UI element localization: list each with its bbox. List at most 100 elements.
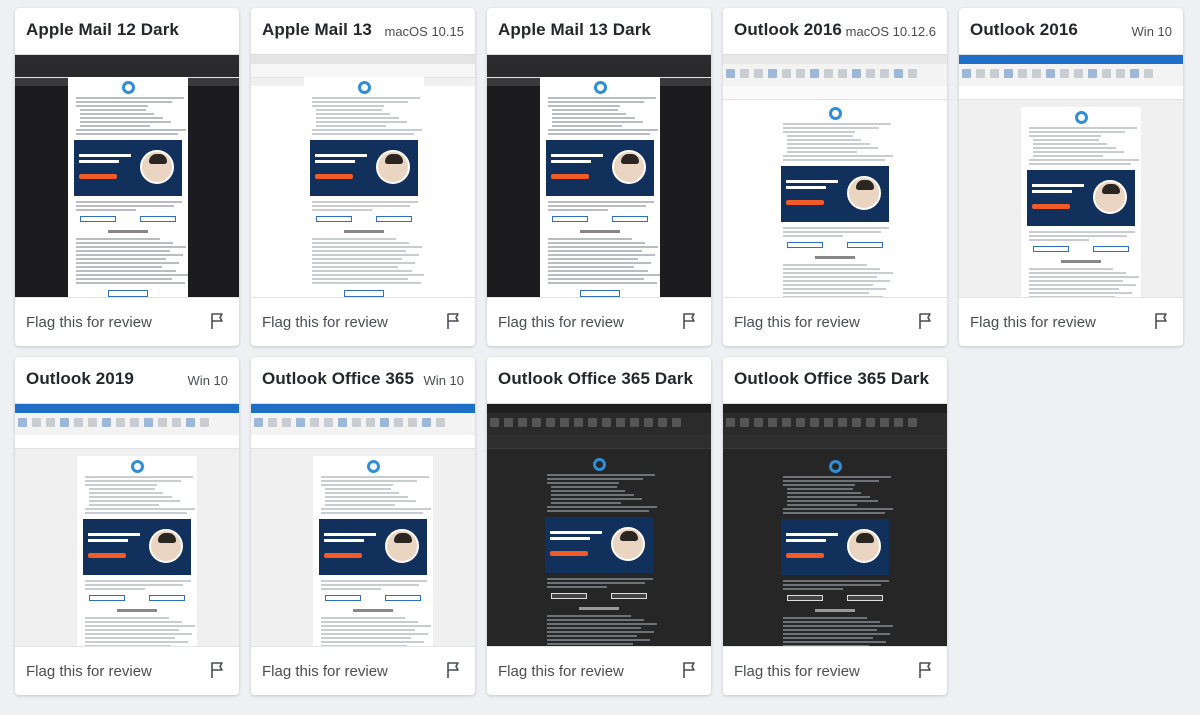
speaker-photo: [612, 150, 646, 184]
flag-button[interactable]: [915, 660, 935, 680]
flag-button[interactable]: [443, 660, 463, 680]
text-line: [1029, 159, 1140, 161]
banner-text: [1032, 204, 1070, 209]
email-preview-screenshot[interactable]: [487, 54, 711, 297]
checklist-line: [80, 125, 150, 127]
email-button: [140, 216, 176, 222]
client-name: Apple Mail 13 Dark: [498, 20, 651, 39]
text-line: [76, 105, 148, 107]
text-line: [547, 627, 641, 629]
banner-text: [786, 539, 826, 542]
card-header: Outlook Office 365 Dark: [723, 357, 947, 403]
text-line: [548, 242, 646, 244]
button-row: [325, 595, 421, 601]
email-preview-screenshot[interactable]: [723, 403, 947, 646]
text-line: [85, 629, 179, 631]
button-row: [89, 595, 185, 601]
banner-text: [88, 539, 128, 542]
speaker-photo: [149, 529, 183, 563]
client-name: Outlook 2019: [26, 369, 134, 388]
flag-button[interactable]: [443, 311, 463, 331]
email-body: [539, 454, 659, 646]
logo-icon: [130, 460, 144, 473]
email-preview-screenshot[interactable]: [723, 54, 947, 297]
text-line: [312, 250, 406, 252]
banner-text: [550, 531, 602, 534]
text-line: [312, 278, 408, 280]
email-button: [787, 242, 823, 248]
window-titlebar: [959, 55, 1183, 64]
text-line: [1029, 239, 1089, 241]
text-line: [783, 584, 882, 586]
email-body: [775, 103, 895, 297]
text-line: [85, 484, 157, 486]
email-preview-screenshot[interactable]: [487, 403, 711, 646]
text-line: [1029, 276, 1140, 278]
checklist-line: [325, 492, 400, 494]
client-window: [15, 404, 239, 646]
banner-text: [786, 180, 838, 183]
text-line: [548, 238, 632, 240]
banner-text: [88, 553, 126, 558]
text-line: [547, 474, 655, 476]
client-name: Outlook Office 365 Dark: [498, 369, 694, 388]
text-line: [321, 625, 432, 627]
text-line: [548, 254, 655, 256]
text-line: [321, 617, 405, 619]
email-preview-screenshot[interactable]: [251, 54, 475, 297]
text-line: [547, 582, 646, 584]
button-row: [552, 216, 648, 222]
logo-icon: [1074, 111, 1088, 124]
checklist-line: [89, 492, 164, 494]
text-line: [321, 621, 419, 623]
text-line: [312, 238, 396, 240]
email-button: [1093, 246, 1129, 252]
banner-text: [88, 533, 140, 536]
checklist-line: [787, 139, 862, 141]
text-line: [783, 159, 885, 161]
email-body: [540, 77, 660, 297]
email-preview-screenshot[interactable]: [251, 403, 475, 646]
text-line: [85, 641, 189, 643]
card-header: Outlook 2019 Win 10: [15, 357, 239, 403]
flag-button[interactable]: [915, 311, 935, 331]
text-line: [312, 274, 424, 276]
text-line: [783, 276, 877, 278]
email-preview-screenshot[interactable]: [15, 403, 239, 646]
flag-button[interactable]: [679, 311, 699, 331]
text-line: [547, 482, 619, 484]
flag-button[interactable]: [679, 660, 699, 680]
text-line: [548, 262, 652, 264]
banner-text: [315, 160, 355, 163]
flag-button[interactable]: [207, 311, 227, 331]
flag-button[interactable]: [207, 660, 227, 680]
logo-icon: [828, 107, 842, 120]
text-line: [312, 101, 408, 103]
banner-text: [315, 154, 367, 157]
button-row: [787, 242, 883, 248]
email-button: [80, 216, 116, 222]
email-preview-screenshot[interactable]: [15, 54, 239, 297]
email-body: [77, 456, 197, 646]
text-line: [548, 205, 647, 207]
checklist-line: [316, 113, 391, 115]
text-line: [783, 621, 881, 623]
checklist-line: [325, 500, 417, 502]
message-header: [487, 435, 711, 449]
banner-text: [324, 539, 364, 542]
client-os: Win 10: [187, 373, 228, 388]
email-preview-screenshot[interactable]: [959, 54, 1183, 297]
text-line: [76, 250, 170, 252]
flag-button[interactable]: [1151, 311, 1171, 331]
checklist-line: [787, 135, 853, 137]
text-line: [76, 270, 176, 272]
text-line: [312, 129, 423, 131]
text-line: [783, 264, 867, 266]
client-name: Outlook Office 365: [262, 369, 415, 388]
flag-icon: [1155, 313, 1167, 329]
message-header: [487, 64, 711, 78]
text-line: [76, 258, 166, 260]
client-os: macOS 10.15: [384, 24, 465, 39]
text-line: [76, 201, 182, 203]
text-line: [1029, 235, 1128, 237]
